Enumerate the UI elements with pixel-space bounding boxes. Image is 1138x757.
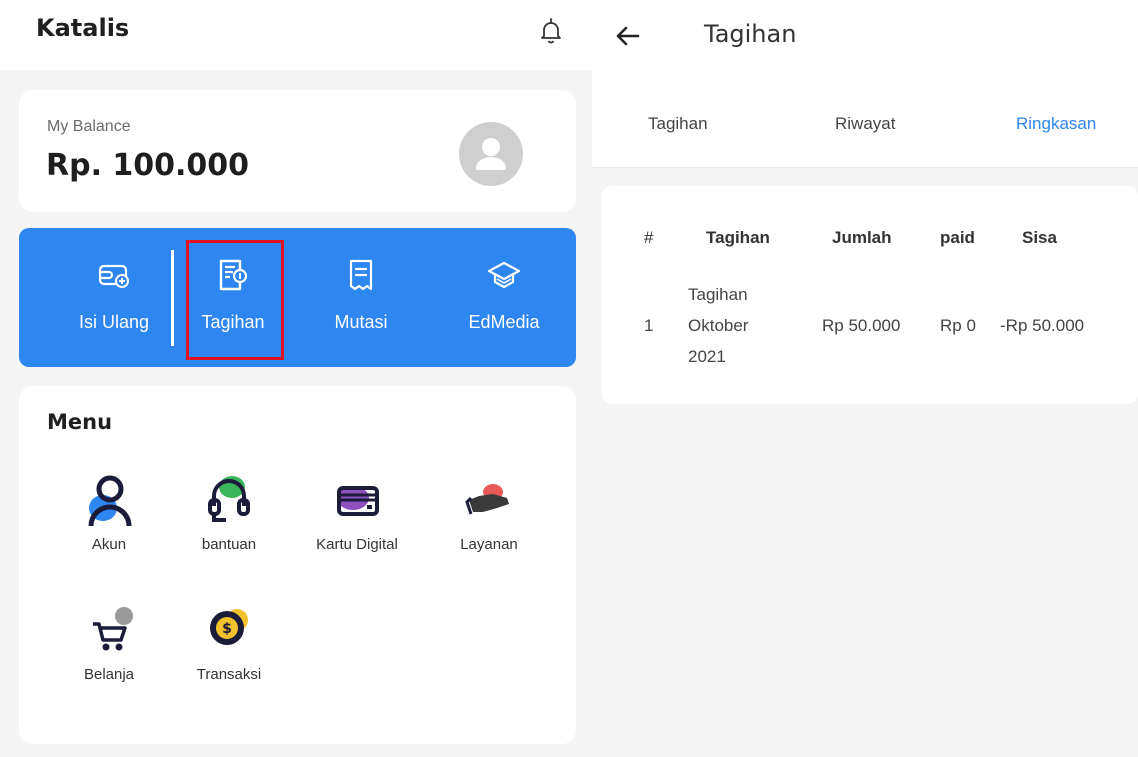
menu-item-transaksi[interactable]: $ Transaksi (169, 602, 289, 702)
menu-label-akun: Akun (91, 536, 127, 553)
menu-label-layanan: Layanan (460, 536, 518, 553)
action-divider (171, 250, 174, 346)
hand-icon (465, 484, 509, 515)
cell-paid: Rp 0 (940, 316, 976, 335)
cell-tagihan-line3: 2021 (688, 347, 726, 366)
column-header-sisa: Sisa (1022, 228, 1057, 247)
balance-label: My Balance (47, 118, 131, 135)
wallet-add-icon (98, 264, 129, 288)
cell-jumlah: Rp 50.000 (822, 316, 901, 335)
receipt-icon (349, 259, 373, 291)
menu-card: Menu Akun bantuan Kartu Digital Layanan … (19, 386, 576, 744)
headset-icon (208, 476, 250, 522)
isi-ulang-button[interactable]: Isi Ulang (59, 228, 169, 367)
highlight-annotation (186, 240, 284, 360)
column-header-paid: paid (940, 228, 975, 247)
back-arrow-icon[interactable] (612, 20, 644, 52)
menu-item-layanan[interactable]: Layanan (429, 472, 549, 572)
column-header-number: # (644, 228, 654, 247)
cell-sisa: -Rp 50.000 (1000, 316, 1085, 335)
menu-item-akun[interactable]: Akun (49, 472, 169, 572)
coin-icon: $ (210, 609, 248, 645)
svg-text:$: $ (222, 621, 232, 637)
balance-amount: Rp. 100.000 (46, 148, 250, 183)
summary-table: # Tagihan Jumlah paid Sisa 1 Tagihan Okt… (602, 186, 1138, 404)
app-header: Katalis (0, 0, 592, 70)
mutasi-label: Mutasi (334, 312, 388, 332)
tab-riwayat[interactable]: Riwayat (835, 114, 895, 134)
graduation-cap-icon (487, 261, 521, 289)
tab-bar: Tagihan Riwayat Ringkasan (592, 70, 1138, 168)
column-header-tagihan: Tagihan (706, 228, 770, 247)
menu-label-belanja: Belanja (83, 666, 135, 683)
tab-tagihan[interactable]: Tagihan (648, 114, 708, 134)
menu-item-kartu-digital[interactable]: Kartu Digital (297, 472, 417, 572)
column-header-jumlah: Jumlah (832, 228, 892, 247)
quick-actions: Isi Ulang Tagihan Mutasi EdMedia (19, 228, 576, 367)
edmedia-button[interactable]: EdMedia (444, 228, 564, 367)
menu-label-bantuan: bantuan (201, 536, 257, 553)
tagihan-screen: Tagihan Tagihan Riwayat Ringkasan # Tagi… (592, 0, 1138, 757)
notification-bell-icon[interactable] (538, 16, 564, 46)
card-icon (337, 486, 379, 516)
tab-ringkasan[interactable]: Ringkasan (1016, 114, 1096, 134)
menu-item-belanja[interactable]: Belanja (49, 602, 169, 702)
isi-ulang-label: Isi Ulang (78, 312, 150, 332)
edmedia-label: EdMedia (468, 312, 540, 332)
screen-header: Tagihan (592, 0, 1138, 70)
cell-tagihan-line2: Oktober (688, 316, 749, 335)
menu-label-transaksi: Transaksi (196, 666, 262, 683)
avatar[interactable] (459, 122, 523, 186)
user-avatar-icon (476, 138, 506, 170)
cell-number: 1 (644, 316, 654, 335)
cell-tagihan-line1: Tagihan (688, 285, 748, 304)
balance-card: My Balance Rp. 100.000 (19, 90, 576, 212)
cart-icon (93, 607, 133, 651)
user-icon (88, 475, 132, 527)
mutasi-button[interactable]: Mutasi (311, 228, 411, 367)
menu-title: Menu (47, 410, 113, 434)
app-title: Katalis (36, 14, 130, 42)
home-screen: Katalis My Balance Rp. 100.000 Isi Ulang (0, 0, 592, 757)
screen-title: Tagihan (704, 20, 797, 48)
menu-item-bantuan[interactable]: bantuan (169, 472, 289, 572)
menu-label-kartu-digital: Kartu Digital (316, 536, 398, 553)
